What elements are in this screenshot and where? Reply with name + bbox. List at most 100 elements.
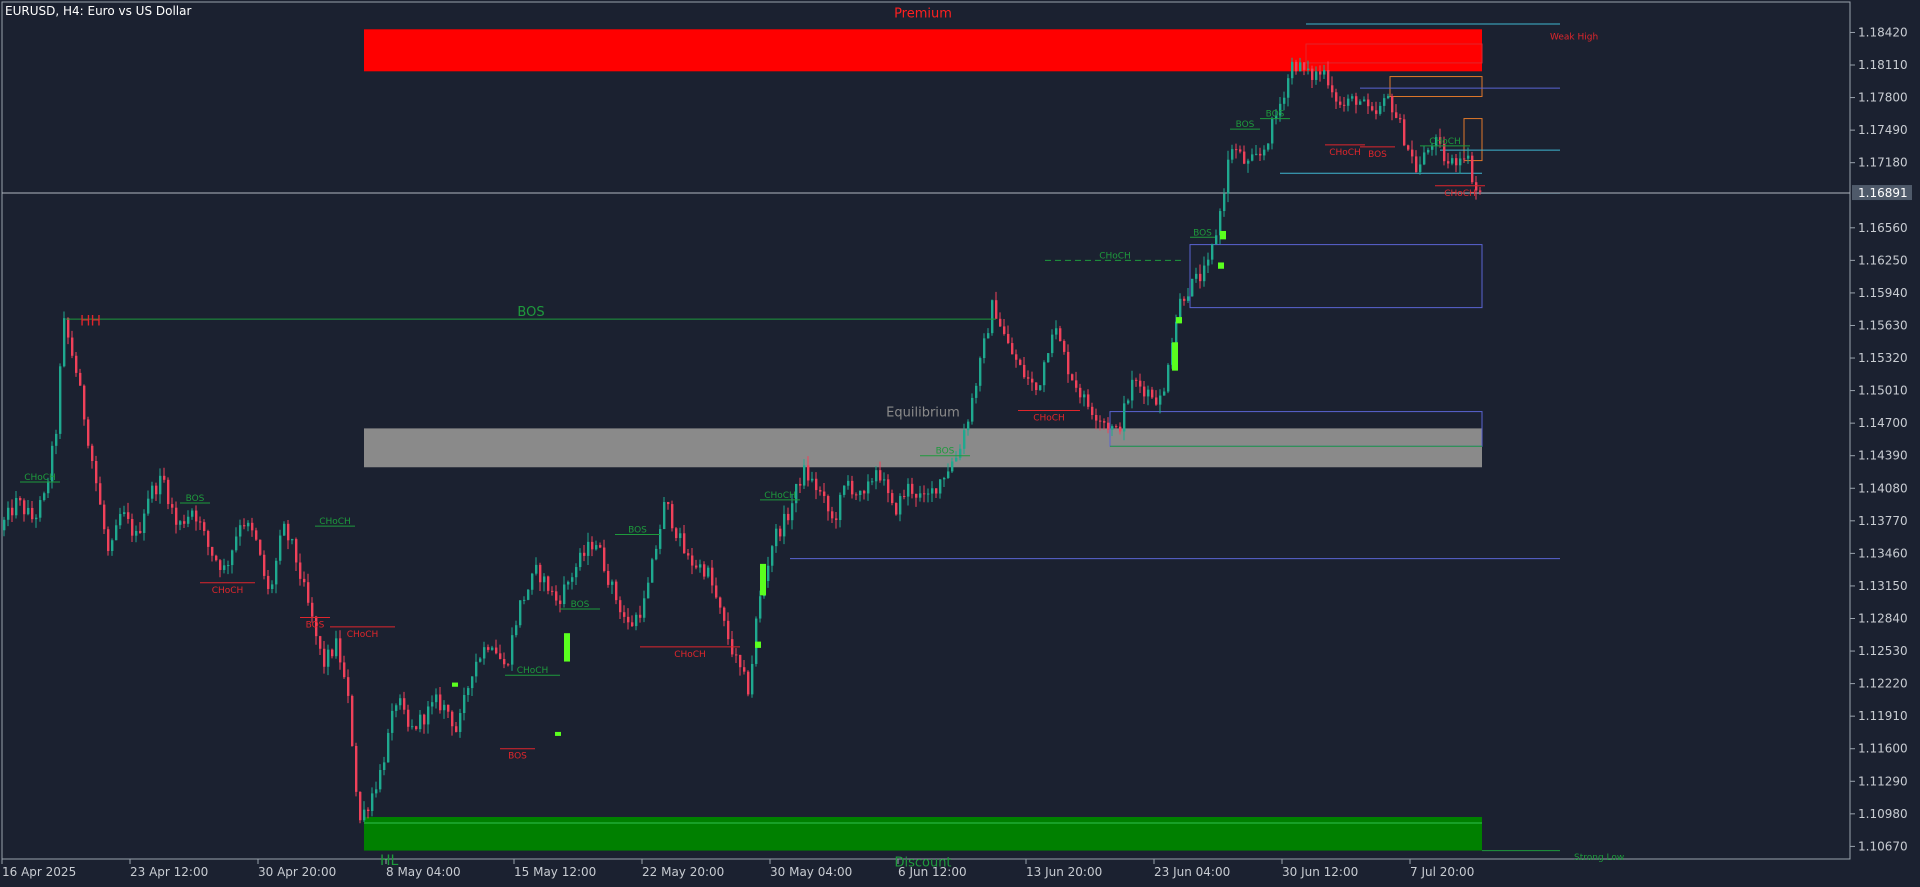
candle-body <box>1167 364 1170 392</box>
candle-body <box>239 525 242 537</box>
candlestick-chart[interactable]: PremiumEquilibriumDiscount BOSCHoCHBOSCH… <box>0 0 1920 883</box>
x-tick-label: 30 May 04:00 <box>770 865 852 879</box>
candle-body <box>279 535 282 561</box>
candle-body <box>595 545 598 550</box>
candle-body <box>63 318 66 367</box>
candle-body <box>1403 119 1406 146</box>
candle-body <box>391 710 394 733</box>
candle-body <box>1159 395 1162 405</box>
candle-body <box>535 564 538 574</box>
structure-label-choch: CHoCH <box>764 491 796 501</box>
candle-body <box>147 498 150 514</box>
candle-body <box>151 485 154 499</box>
candle-body <box>1135 379 1138 381</box>
candle-body <box>611 581 614 585</box>
candle-body <box>307 582 310 603</box>
candle-body <box>571 577 574 582</box>
candle-body <box>367 809 370 812</box>
candle-body <box>1075 380 1078 388</box>
candle-body <box>1207 259 1210 266</box>
candle-body <box>1319 71 1322 75</box>
candle-body <box>119 514 122 526</box>
candle-body <box>931 488 934 494</box>
candle-body <box>1155 397 1158 405</box>
candle-body <box>1283 97 1286 104</box>
candle-body <box>863 490 866 494</box>
candle-body <box>1119 426 1122 432</box>
candle-body <box>1407 145 1410 150</box>
candle-body <box>343 662 346 678</box>
candle-body <box>103 504 106 530</box>
candle-body <box>483 647 486 659</box>
candle-body <box>395 705 398 711</box>
candle-body <box>1103 421 1106 423</box>
candle-body <box>1423 152 1426 165</box>
candle-body <box>1015 354 1018 360</box>
candle-body <box>703 564 706 577</box>
candle-body <box>47 481 50 494</box>
candle-body <box>191 510 194 517</box>
candle-body <box>455 726 458 732</box>
candle-body <box>1427 149 1430 153</box>
candle-body <box>815 478 818 491</box>
candle-body <box>175 507 178 525</box>
candle-body <box>719 597 722 608</box>
candle-body <box>1463 158 1466 160</box>
candle-body <box>299 562 302 579</box>
candle-body <box>1199 273 1202 282</box>
candle-body <box>999 318 1002 327</box>
candle-body <box>927 493 930 495</box>
candle-body <box>523 599 526 601</box>
y-tick-label: 1.13460 <box>1858 546 1908 560</box>
y-tick-label: 1.17180 <box>1858 156 1908 170</box>
candle-body <box>111 540 114 552</box>
fvg-marker <box>1220 230 1226 240</box>
candle-body <box>559 600 562 605</box>
candle-body <box>1087 394 1090 407</box>
y-tick-label: 1.14390 <box>1858 449 1908 463</box>
candle-body <box>635 614 638 627</box>
candle-body <box>95 460 98 484</box>
candle-body <box>919 493 922 498</box>
candle-body <box>67 318 70 338</box>
candle-body <box>283 523 286 536</box>
y-tick-label: 1.12220 <box>1858 677 1908 691</box>
structure-label-bos: BOS <box>936 447 955 457</box>
candle-body <box>59 366 62 434</box>
y-tick-label: 1.11600 <box>1858 742 1908 756</box>
candle-body <box>471 676 474 689</box>
candle-body <box>359 791 362 821</box>
candle-body <box>1007 333 1010 344</box>
chart-window[interactable]: Premium Equilibrium Discount BOS CHoCH BOS CH… <box>0 0 1920 883</box>
x-tick-label: 13 Jun 20:00 <box>1026 865 1102 879</box>
candle-body <box>543 576 546 583</box>
candle-body <box>1315 71 1318 80</box>
candle-body <box>779 528 782 537</box>
candle-body <box>1447 161 1450 164</box>
candle-body <box>1063 341 1066 352</box>
x-tick-label: 23 Apr 12:00 <box>130 865 208 879</box>
fvg-marker <box>755 641 761 648</box>
candle-body <box>91 445 94 461</box>
candle-body <box>935 488 938 494</box>
candle-body <box>799 483 802 486</box>
y-tick-label: 1.15010 <box>1858 384 1908 398</box>
candle-body <box>503 658 506 665</box>
candle-body <box>1351 96 1354 99</box>
x-tick-label: 15 May 12:00 <box>514 865 596 879</box>
candle-body <box>199 521 202 523</box>
candle-body <box>463 695 466 714</box>
structure-label-bos: BOS <box>628 525 647 535</box>
candle-body <box>31 507 34 520</box>
candle-body <box>507 664 510 666</box>
candle-body <box>823 491 826 497</box>
candle-body <box>675 528 678 539</box>
fvg-marker <box>1172 342 1178 371</box>
candle-body <box>1371 106 1374 111</box>
candle-body <box>435 694 438 703</box>
fvg-marker <box>555 731 561 736</box>
candle-body <box>211 546 214 556</box>
candle-body <box>547 576 550 591</box>
candle-body <box>1459 158 1462 166</box>
candle-body <box>771 546 774 566</box>
